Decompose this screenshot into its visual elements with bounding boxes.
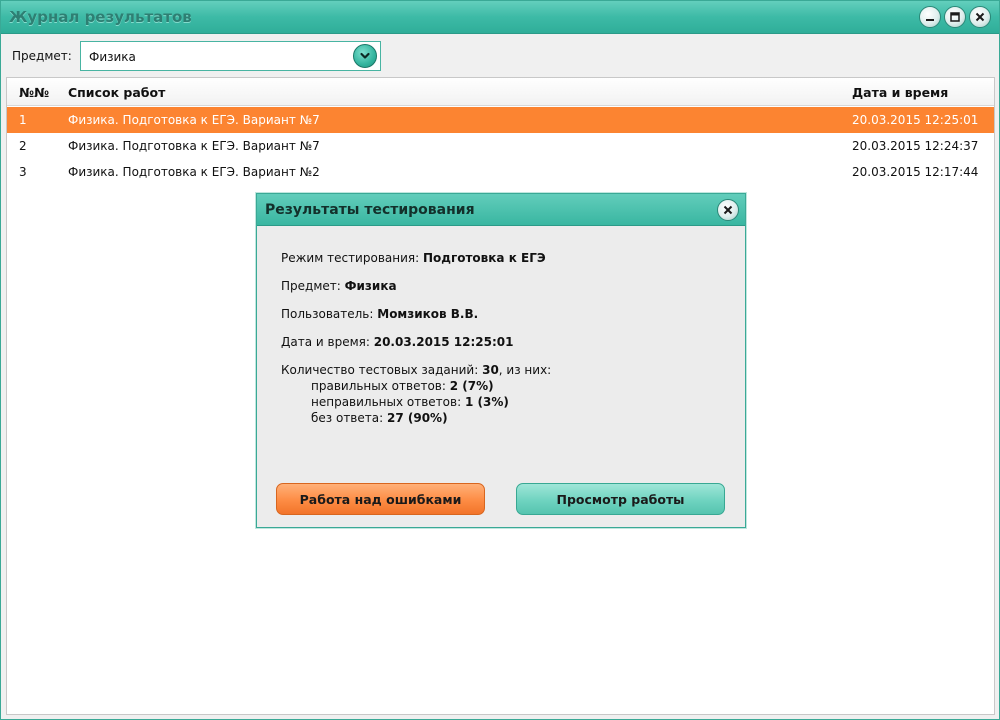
subject-label: Предмет: [12, 49, 72, 63]
row-title: Физика. Подготовка к ЕГЭ. Вариант №7 [68, 113, 320, 127]
table-row[interactable]: 1 Физика. Подготовка к ЕГЭ. Вариант №7 2… [7, 107, 994, 133]
maximize-icon [950, 12, 960, 22]
minimize-button[interactable] [919, 6, 941, 28]
subject-select-value: Физика [89, 50, 136, 64]
dialog-close-button[interactable] [717, 199, 739, 221]
column-header-num[interactable]: №№ [19, 85, 49, 100]
close-icon [975, 12, 985, 22]
dialog-title-bar[interactable]: Результаты тестирования [257, 194, 745, 226]
dialog-subject-label: Предмет: [281, 279, 341, 293]
results-dialog: Результаты тестирования Режим тестирован… [256, 193, 746, 528]
mode-label: Режим тестирования: [281, 251, 420, 265]
table-row[interactable]: 3 Физика. Подготовка к ЕГЭ. Вариант №2 2… [7, 159, 994, 185]
correct-value: 2 (7%) [449, 379, 494, 393]
wrong-value: 1 (3%) [464, 395, 509, 409]
dialog-subject-value: Физика [344, 279, 397, 293]
mode-line: Режим тестирования: Подготовка к ЕГЭ [281, 251, 546, 265]
datetime-value: 20.03.2015 12:25:01 [373, 335, 514, 349]
count-label: Количество тестовых заданий: [281, 363, 479, 377]
main-window: Журнал результатов Предмет: Физика №№ Сп… [0, 0, 1000, 720]
title-bar[interactable]: Журнал результатов [1, 1, 999, 34]
toolbar: Предмет: Физика [1, 35, 999, 77]
row-num: 2 [19, 139, 27, 153]
user-line: Пользователь: Момзиков В.В. [281, 307, 478, 321]
row-datetime: 20.03.2015 12:25:01 [852, 113, 979, 127]
review-work-button[interactable]: Просмотр работы [516, 483, 725, 515]
user-value: Момзиков В.В. [377, 307, 479, 321]
none-line: без ответа: 27 (90%) [311, 411, 448, 425]
user-label: Пользователь: [281, 307, 374, 321]
row-title: Физика. Подготовка к ЕГЭ. Вариант №2 [68, 165, 320, 179]
work-on-errors-button[interactable]: Работа над ошибками [276, 483, 485, 515]
table-header: №№ Список работ Дата и время [7, 78, 994, 106]
count-suffix: , из них: [498, 363, 552, 377]
correct-line: правильных ответов: 2 (7%) [311, 379, 494, 393]
column-header-datetime[interactable]: Дата и время [852, 85, 948, 100]
count-value: 30 [482, 363, 499, 377]
count-line: Количество тестовых заданий: 30, из них: [281, 363, 551, 377]
mode-value: Подготовка к ЕГЭ [422, 251, 546, 265]
row-datetime: 20.03.2015 12:17:44 [852, 165, 979, 179]
table-row[interactable]: 2 Физика. Подготовка к ЕГЭ. Вариант №7 2… [7, 133, 994, 159]
row-num: 3 [19, 165, 27, 179]
wrong-label: неправильных ответов: [311, 395, 462, 409]
minimize-icon [926, 19, 934, 21]
row-datetime: 20.03.2015 12:24:37 [852, 139, 979, 153]
correct-label: правильных ответов: [311, 379, 446, 393]
subject-select[interactable]: Физика [80, 41, 381, 71]
datetime-line: Дата и время: 20.03.2015 12:25:01 [281, 335, 514, 349]
close-icon [723, 205, 733, 215]
datetime-label: Дата и время: [281, 335, 370, 349]
subject-line: Предмет: Физика [281, 279, 397, 293]
none-label: без ответа: [311, 411, 384, 425]
row-num: 1 [19, 113, 27, 127]
column-header-title[interactable]: Список работ [68, 85, 165, 100]
wrong-line: неправильных ответов: 1 (3%) [311, 395, 509, 409]
none-value: 27 (90%) [386, 411, 448, 425]
dialog-body: Режим тестирования: Подготовка к ЕГЭ Пре… [257, 227, 745, 527]
chevron-down-icon [360, 52, 370, 59]
row-title: Физика. Подготовка к ЕГЭ. Вариант №7 [68, 139, 320, 153]
window-title: Журнал результатов [9, 8, 192, 26]
maximize-button[interactable] [944, 6, 966, 28]
subject-dropdown-button[interactable] [353, 44, 377, 68]
close-button[interactable] [969, 6, 991, 28]
dialog-title: Результаты тестирования [265, 202, 475, 218]
